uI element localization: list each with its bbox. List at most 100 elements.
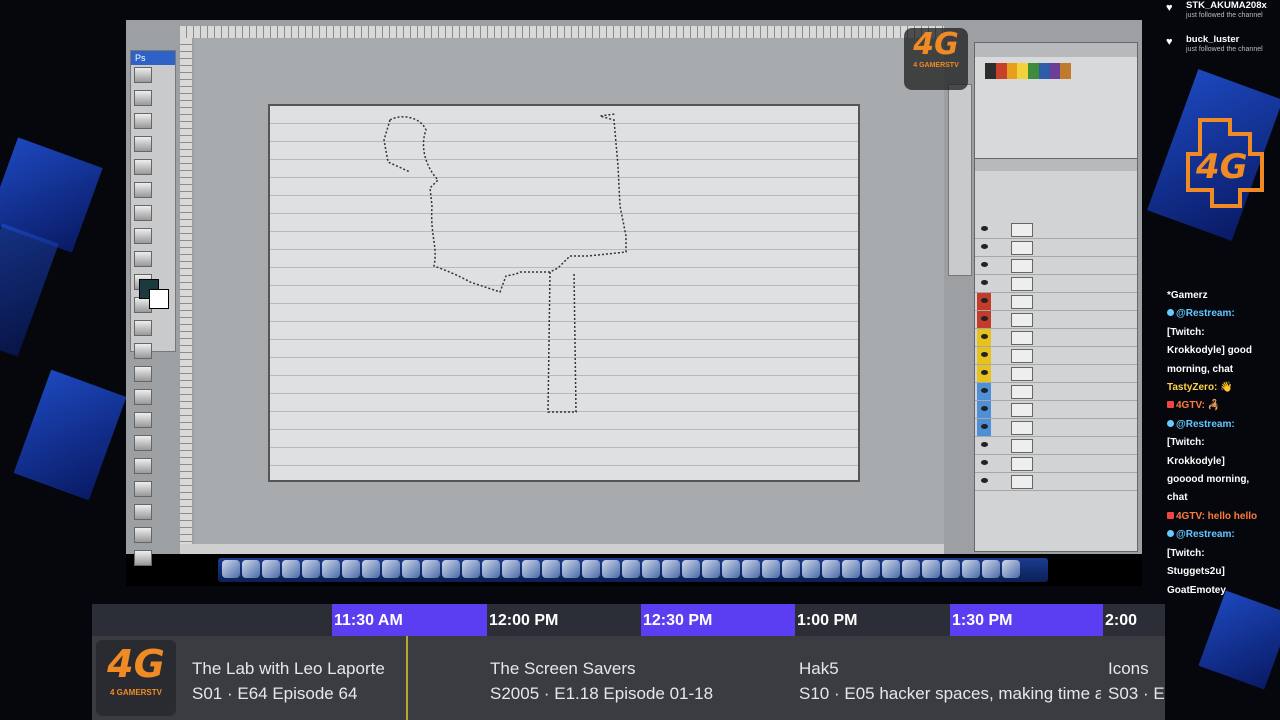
eye-icon[interactable] [981,280,988,285]
drawing-canvas[interactable] [268,104,860,482]
swatch[interactable] [1060,63,1071,79]
eye-icon[interactable] [981,406,988,411]
palette-tabs[interactable] [975,43,1137,57]
crop-tool-icon[interactable] [134,159,152,175]
zoom-tool-icon[interactable] [134,550,152,566]
dock-app-icon[interactable] [702,560,720,578]
dock-app-icon[interactable] [542,560,560,578]
dock-app-icon[interactable] [462,560,480,578]
eye-icon[interactable] [981,316,988,321]
dock-app-icon[interactable] [982,560,1000,578]
layer-row[interactable] [975,455,1137,473]
dock-app-icon[interactable] [742,560,760,578]
hand-tool-icon[interactable] [134,527,152,543]
layer-row[interactable] [975,473,1137,491]
dodge-tool-icon[interactable] [134,366,152,382]
dock-app-icon[interactable] [422,560,440,578]
background-color[interactable] [149,289,169,309]
eye-icon[interactable] [981,478,988,483]
type-tool-icon[interactable] [134,412,152,428]
slice-tool-icon[interactable] [134,182,152,198]
layers-tabs[interactable] [975,159,1137,171]
dock-app-icon[interactable] [242,560,260,578]
swatch[interactable] [1038,63,1050,79]
gradient-tool-icon[interactable] [134,320,152,336]
dock-app-icon[interactable] [602,560,620,578]
dock-app-icon[interactable] [942,560,960,578]
layer-row[interactable] [975,293,1137,311]
notes-tool-icon[interactable] [134,481,152,497]
dock-app-icon[interactable] [362,560,380,578]
program-cell[interactable]: Hak5 S10 · E05 hacker spaces, making tim… [799,656,1101,706]
eye-icon[interactable] [981,460,988,465]
dock-app-icon[interactable] [342,560,360,578]
layer-row[interactable] [975,221,1137,239]
dock-app-icon[interactable] [882,560,900,578]
wand-tool-icon[interactable] [134,136,152,152]
swatch[interactable] [1017,63,1028,79]
layer-row[interactable] [975,419,1137,437]
swatch[interactable] [995,63,1007,79]
eye-icon[interactable] [981,370,988,375]
dock-app-icon[interactable] [722,560,740,578]
stamp-tool-icon[interactable] [134,251,152,267]
photoshop-tab[interactable]: Ps [131,51,175,65]
eye-icon[interactable] [981,226,988,231]
path-tool-icon[interactable] [134,389,152,405]
dock-app-icon[interactable] [842,560,860,578]
program-cell[interactable]: The Lab with Leo Laporte S01 · E64 Episo… [192,656,402,706]
program-cell[interactable]: The Screen Savers S2005 · E1.18 Episode … [490,656,790,706]
eye-icon[interactable] [981,262,988,267]
dock-app-icon[interactable] [822,560,840,578]
dock-app-icon[interactable] [302,560,320,578]
layer-row[interactable] [975,257,1137,275]
eye-icon[interactable] [981,424,988,429]
dock-app-icon[interactable] [662,560,680,578]
dock-app-icon[interactable] [282,560,300,578]
marquee-tool-icon[interactable] [134,90,152,106]
dock-app-icon[interactable] [402,560,420,578]
dock-app-icon[interactable] [582,560,600,578]
dock-app-icon[interactable] [862,560,880,578]
pen-tool-icon[interactable] [134,435,152,451]
layer-row[interactable] [975,329,1137,347]
shape-tool-icon[interactable] [134,458,152,474]
heal-tool-icon[interactable] [134,205,152,221]
eye-icon[interactable] [981,298,988,303]
swatch[interactable] [1028,63,1039,79]
dock-app-icon[interactable] [802,560,820,578]
program-cell[interactable]: Icons S03 · E1 [1108,656,1165,706]
dock-app-icon[interactable] [1002,560,1020,578]
swatch[interactable] [1006,63,1018,79]
dock-app-icon[interactable] [502,560,520,578]
dock-app-icon[interactable] [962,560,980,578]
dock-app-icon[interactable] [222,560,240,578]
eye-icon[interactable] [981,388,988,393]
dock-app-icon[interactable] [762,560,780,578]
eye-icon[interactable] [981,334,988,339]
color-swatches[interactable] [985,63,1071,79]
layer-row[interactable] [975,275,1137,293]
layer-row[interactable] [975,401,1137,419]
swatch[interactable] [1049,63,1061,79]
brush-tool-icon[interactable] [134,228,152,244]
dock-app-icon[interactable] [522,560,540,578]
eye-icon[interactable] [981,442,988,447]
layer-row[interactable] [975,383,1137,401]
dock-app-icon[interactable] [922,560,940,578]
dock-app-icon[interactable] [442,560,460,578]
dock-app-icon[interactable] [782,560,800,578]
dock-app-icon[interactable] [262,560,280,578]
eye-icon[interactable] [981,244,988,249]
layer-row[interactable] [975,239,1137,257]
eyedropper-tool-icon[interactable] [134,504,152,520]
layer-row[interactable] [975,311,1137,329]
dock-app-icon[interactable] [642,560,660,578]
lasso-tool-icon[interactable] [134,113,152,129]
dock-app-icon[interactable] [562,560,580,578]
layer-row[interactable] [975,437,1137,455]
dock-app-icon[interactable] [682,560,700,578]
layer-row[interactable] [975,365,1137,383]
dock-app-icon[interactable] [622,560,640,578]
eye-icon[interactable] [981,352,988,357]
